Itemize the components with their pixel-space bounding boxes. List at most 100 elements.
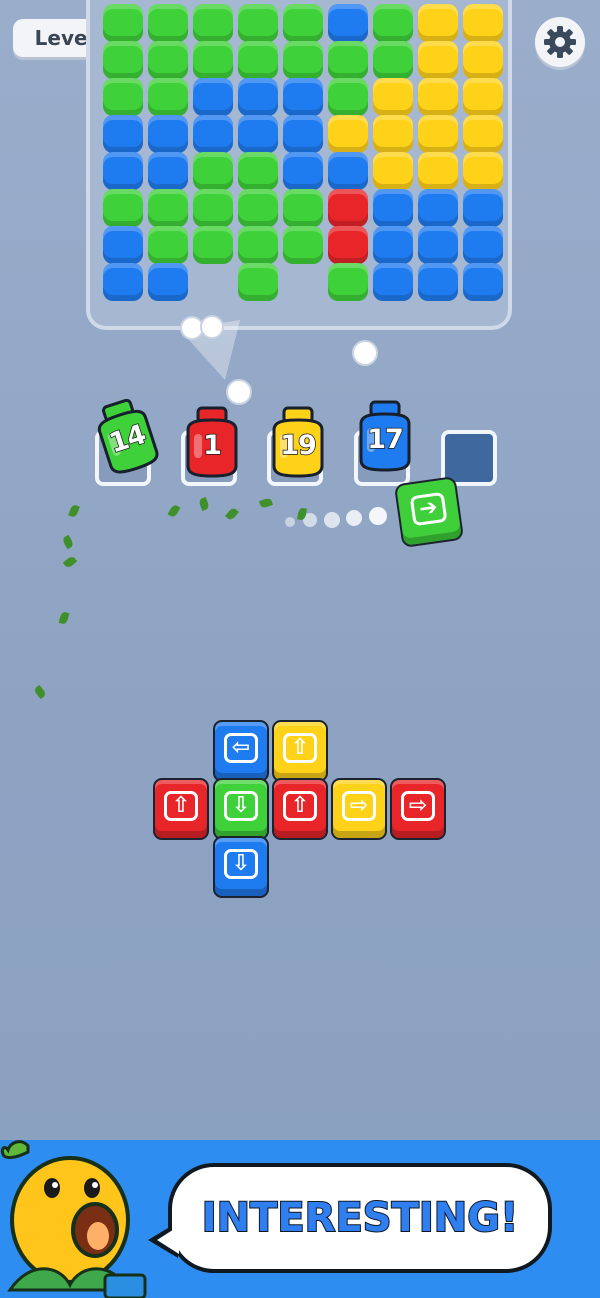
game-stage: Level 7 14 1 19 17 ➔ ⇦ ⇧ ⇧ ⇩ ⇧ ⇨ ⇨ ⇩ INT… bbox=[0, 0, 600, 1298]
board-cube bbox=[148, 78, 188, 116]
speech-text: INTERESTING! bbox=[201, 1194, 520, 1242]
ball-effect bbox=[352, 340, 378, 366]
leaf-particle bbox=[198, 496, 210, 512]
arrow-tile-up[interactable]: ⇧ bbox=[272, 720, 328, 782]
arrow-tile-down[interactable]: ⇩ bbox=[213, 778, 269, 840]
board-cube bbox=[193, 152, 233, 190]
arrow-tile-up[interactable]: ⇧ bbox=[153, 778, 209, 840]
board-cube bbox=[373, 78, 413, 116]
board-cube bbox=[193, 189, 233, 227]
arrow-tile-down[interactable]: ⇩ bbox=[213, 836, 269, 898]
board-cube bbox=[283, 115, 323, 153]
board-cube bbox=[103, 152, 143, 190]
board-cube bbox=[418, 152, 458, 190]
leaf-particle bbox=[225, 506, 239, 522]
board-cube bbox=[373, 226, 413, 264]
motion-trail bbox=[285, 507, 387, 528]
board-cube bbox=[148, 152, 188, 190]
settings-button[interactable] bbox=[535, 17, 585, 67]
board-cube bbox=[238, 78, 278, 116]
board-cube bbox=[283, 152, 323, 190]
board-cube bbox=[463, 78, 503, 116]
board-cube bbox=[373, 152, 413, 190]
board-cube bbox=[103, 263, 143, 301]
board-cube bbox=[283, 226, 323, 264]
board-cube bbox=[418, 263, 458, 301]
board-cube bbox=[328, 78, 368, 116]
board-cube bbox=[418, 78, 458, 116]
gear-icon bbox=[544, 26, 576, 58]
board-cube bbox=[283, 4, 323, 42]
board-cube bbox=[418, 189, 458, 227]
arrow-up-icon: ⇧ bbox=[283, 733, 317, 763]
board-cube bbox=[418, 4, 458, 42]
jar-count: 1 bbox=[202, 429, 222, 462]
speech-tail-inner bbox=[157, 1226, 179, 1254]
leaf-particle bbox=[33, 684, 47, 700]
board-cube bbox=[193, 115, 233, 153]
board-cube bbox=[238, 263, 278, 301]
board-cube bbox=[103, 41, 143, 79]
arrow-tile-left[interactable]: ⇦ bbox=[213, 720, 269, 782]
board-cube bbox=[238, 115, 278, 153]
board-cube bbox=[463, 115, 503, 153]
board-cube bbox=[373, 41, 413, 79]
board-cube bbox=[283, 189, 323, 227]
leaf-particle bbox=[62, 555, 78, 569]
board-cube bbox=[103, 78, 143, 116]
board-cube bbox=[103, 189, 143, 227]
board-cube bbox=[418, 115, 458, 153]
board-cube bbox=[463, 41, 503, 79]
speech-bubble: INTERESTING! bbox=[168, 1163, 552, 1273]
arrow-down-icon: ⇩ bbox=[224, 791, 258, 821]
arrow-up-icon: ⇧ bbox=[164, 791, 198, 821]
board-cube bbox=[283, 78, 323, 116]
board-cube bbox=[148, 41, 188, 79]
board-cube bbox=[418, 41, 458, 79]
board-cube bbox=[328, 226, 368, 264]
board-cube bbox=[463, 189, 503, 227]
jar-count: 17 bbox=[366, 423, 404, 456]
arrow-right-icon: ➔ bbox=[409, 491, 448, 527]
board-cube bbox=[238, 41, 278, 79]
arrow-tile-right[interactable]: ⇨ bbox=[390, 778, 446, 840]
leaf-particle bbox=[58, 611, 70, 625]
board-cube bbox=[328, 152, 368, 190]
board-cube bbox=[238, 189, 278, 227]
board-cube bbox=[193, 41, 233, 79]
arrow-down-icon: ⇩ bbox=[224, 849, 258, 879]
board-cube bbox=[328, 189, 368, 227]
collector-jar[interactable]: 19 bbox=[266, 404, 330, 478]
board-cube bbox=[238, 152, 278, 190]
sunflower-mascot-icon bbox=[0, 1140, 147, 1298]
board-cube bbox=[328, 4, 368, 42]
board-cube bbox=[193, 78, 233, 116]
board-cube bbox=[373, 189, 413, 227]
board-cube bbox=[238, 226, 278, 264]
board-cube bbox=[193, 226, 233, 264]
board-cube bbox=[463, 263, 503, 301]
board-cube bbox=[148, 189, 188, 227]
board-cube bbox=[373, 4, 413, 42]
board-cube bbox=[328, 41, 368, 79]
board-cube bbox=[148, 263, 188, 301]
arrow-up-icon: ⇧ bbox=[283, 791, 317, 821]
board-cube bbox=[193, 4, 233, 42]
board-cube bbox=[463, 152, 503, 190]
board-cube bbox=[148, 4, 188, 42]
arrow-tile-up[interactable]: ⇧ bbox=[272, 778, 328, 840]
board-cube bbox=[373, 263, 413, 301]
arrow-tile-right[interactable]: ⇨ bbox=[331, 778, 387, 840]
board-cube bbox=[463, 226, 503, 264]
leaf-particle bbox=[68, 503, 80, 519]
leaf-particle bbox=[167, 503, 181, 519]
board-cube bbox=[148, 115, 188, 153]
board-cube bbox=[283, 41, 323, 79]
collector-jar[interactable]: 17 bbox=[353, 398, 417, 472]
board-cube bbox=[103, 226, 143, 264]
board-cube bbox=[418, 226, 458, 264]
cube-board bbox=[86, 0, 512, 330]
collector-jar[interactable]: 1 bbox=[180, 404, 244, 478]
arrow-left-icon: ⇦ bbox=[224, 733, 258, 763]
jar-count: 19 bbox=[279, 429, 317, 462]
